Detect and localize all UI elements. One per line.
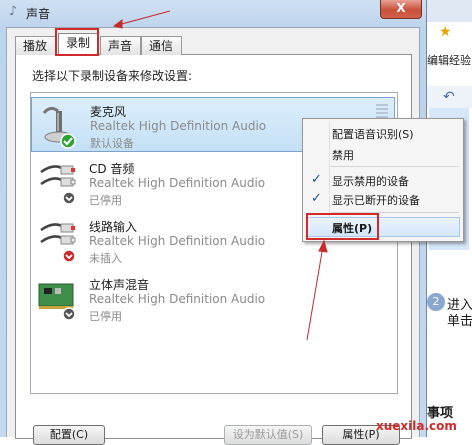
properties-highlight-annotation [306,213,379,240]
check-icon: ✓ [311,191,322,206]
background-toolbar [427,0,472,22]
device-description: Realtek High Definition Audio [89,176,266,190]
step-text-line2: 单击 [447,314,472,329]
device-description: Realtek High Definition Audio [89,234,266,248]
instruction-text: 选择以下录制设备来修改设置: [32,69,193,83]
menu-separator [331,166,459,167]
menu-item-disable[interactable]: 禁用 [332,147,354,163]
background-edit-link[interactable]: 编辑经验 [427,52,471,68]
menu-item-configure-speech[interactable]: 配置语音识别(S) [332,126,414,142]
device-description: Realtek High Definition Audio [90,119,267,133]
device-name: CD 音频 [89,162,135,176]
device-status: 已停用 [89,310,122,323]
step-number-badge: 2 [427,293,445,311]
tab-communications[interactable]: 通信 [141,36,182,55]
configure-button[interactable]: 配置(C) [33,425,105,445]
device-status: 默认设备 [90,137,134,150]
rca-cable-icon [40,165,76,205]
menu-item-show-disabled[interactable]: 显示禁用的设备 [332,173,409,189]
close-button[interactable]: X [380,0,422,19]
microphone-icon [42,106,76,149]
set-default-button[interactable]: 设为默认值(S) [224,425,312,445]
device-description: Realtek High Definition Audio [89,292,266,306]
sound-card-icon [38,283,76,321]
site-watermark-logo: xuexila.com [376,419,457,433]
tab-highlight-annotation [55,28,99,56]
speaker-icon: ♪ [8,4,18,19]
tab-sounds[interactable]: 声音 [100,36,141,55]
rca-cable-icon [40,223,76,263]
title-bar[interactable]: ♪ 声音 X [0,0,426,26]
favorite-star-icon[interactable]: ★ [439,24,452,40]
device-status: 已停用 [89,194,122,207]
device-name: 立体声混音 [89,278,150,292]
tab-playback[interactable]: 播放 [15,36,56,55]
menu-item-show-disconnected[interactable]: 显示已断开的设备 [332,192,420,208]
device-status: 未插入 [89,252,122,265]
back-arrow-icon[interactable]: ↶ [443,89,455,105]
check-icon: ✓ [311,172,322,187]
device-name: 线路输入 [89,220,138,234]
device-name: 麦克风 [90,105,127,119]
device-item-stereo-mix[interactable]: 立体声混音 Realtek High Definition Audio 已停用 [31,271,395,326]
window-title: 声音 [26,7,51,21]
